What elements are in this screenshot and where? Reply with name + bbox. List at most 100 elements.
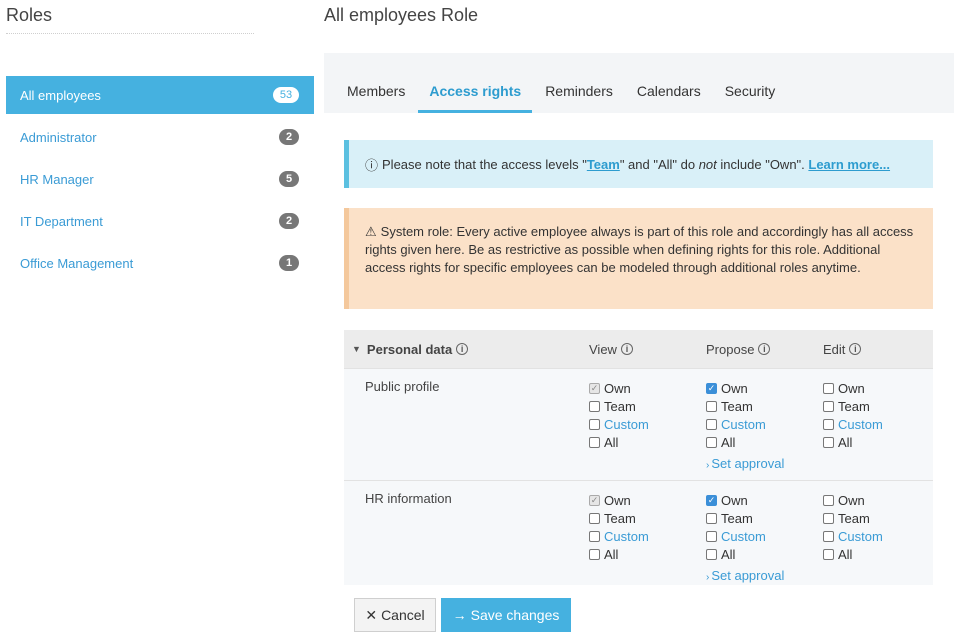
role-name: Office Management bbox=[20, 255, 134, 271]
role-name: Administrator bbox=[20, 129, 97, 145]
tab-calendars[interactable]: Calendars bbox=[626, 83, 712, 113]
section-header[interactable]: ▼ Personal data i View i Propose i Edit i bbox=[344, 330, 933, 368]
checkbox-checked-disabled[interactable]: ✓ bbox=[589, 494, 600, 506]
checkbox[interactable] bbox=[706, 530, 717, 542]
option-team[interactable]: Team bbox=[706, 509, 784, 527]
checkbox[interactable] bbox=[823, 382, 834, 394]
chevron-right-icon: › bbox=[706, 572, 710, 583]
count-badge: 2 bbox=[279, 129, 299, 145]
checkbox[interactable] bbox=[823, 418, 834, 430]
tab-security[interactable]: Security bbox=[714, 83, 787, 113]
option-custom[interactable]: Custom bbox=[706, 527, 784, 545]
option-own[interactable]: ✓ Own bbox=[589, 379, 649, 397]
warning-text: System role: Every active employee alway… bbox=[365, 224, 914, 275]
system-role-warning: ⚠ System role: Every active employee alwa… bbox=[344, 208, 933, 309]
option-all[interactable]: All bbox=[823, 433, 883, 451]
checkbox-checked-disabled[interactable]: ✓ bbox=[589, 382, 600, 394]
checkbox[interactable] bbox=[823, 512, 834, 524]
checkbox[interactable] bbox=[823, 494, 834, 506]
edit-options: Own Team Custom All bbox=[823, 379, 883, 451]
checkbox-checked[interactable]: ✓ bbox=[706, 382, 717, 394]
checkbox[interactable] bbox=[589, 512, 600, 524]
learn-more-link[interactable]: Learn more... bbox=[808, 157, 890, 172]
save-changes-button[interactable]: → Save changes bbox=[441, 598, 571, 632]
option-custom[interactable]: Custom bbox=[823, 415, 883, 433]
checkbox[interactable] bbox=[589, 418, 600, 430]
option-team[interactable]: Team bbox=[706, 397, 784, 415]
tab-bar: Members Access rights Reminders Calendar… bbox=[324, 53, 954, 113]
option-custom[interactable]: Custom bbox=[589, 527, 649, 545]
role-item-hr-manager[interactable]: HR Manager 5 bbox=[6, 160, 314, 198]
warning-triangle-icon: ⚠ bbox=[365, 224, 377, 239]
set-approval-link[interactable]: › Set approval bbox=[706, 568, 784, 583]
option-custom[interactable]: Custom bbox=[589, 415, 649, 433]
cancel-button[interactable]: ✕ Cancel bbox=[354, 598, 436, 632]
access-rights-table: ▼ Personal data i View i Propose i Edit i P… bbox=[344, 330, 933, 585]
tab-members[interactable]: Members bbox=[336, 83, 416, 113]
checkbox[interactable] bbox=[823, 436, 834, 448]
option-custom[interactable]: Custom bbox=[706, 415, 784, 433]
role-item-all-employees[interactable]: All employees 53 bbox=[6, 76, 314, 114]
divider bbox=[6, 33, 254, 34]
role-item-administrator[interactable]: Administrator 2 bbox=[6, 118, 314, 156]
checkbox[interactable] bbox=[823, 400, 834, 412]
team-link[interactable]: Team bbox=[587, 157, 620, 172]
option-team[interactable]: Team bbox=[589, 509, 649, 527]
chevron-right-icon: › bbox=[706, 460, 710, 471]
section-title: ▼ Personal data i bbox=[352, 342, 469, 357]
info-icon[interactable]: i bbox=[456, 343, 469, 355]
option-all[interactable]: All bbox=[706, 545, 784, 563]
option-own[interactable]: ✓ Own bbox=[589, 491, 649, 509]
set-approval-link[interactable]: › Set approval bbox=[706, 456, 784, 471]
option-custom[interactable]: Custom bbox=[823, 527, 883, 545]
close-icon: ✕ bbox=[365, 606, 378, 623]
info-text: Please note that the access levels "Team… bbox=[382, 156, 891, 172]
propose-options: ✓ Own Team Custom All › Set approval bbox=[706, 379, 784, 471]
checkbox[interactable] bbox=[823, 548, 834, 560]
count-badge: 53 bbox=[273, 87, 299, 103]
arrow-right-icon: → bbox=[452, 607, 467, 623]
checkbox-checked[interactable]: ✓ bbox=[706, 494, 717, 506]
info-icon[interactable]: i bbox=[620, 343, 633, 355]
option-team[interactable]: Team bbox=[823, 509, 883, 527]
checkbox[interactable] bbox=[706, 512, 717, 524]
cancel-label: Cancel bbox=[381, 607, 425, 623]
checkbox[interactable] bbox=[589, 530, 600, 542]
checkbox[interactable] bbox=[823, 530, 834, 542]
view-options: ✓ Own Team Custom All bbox=[589, 379, 649, 451]
row-label: HR information bbox=[365, 491, 452, 506]
role-name: HR Manager bbox=[20, 171, 94, 187]
option-team[interactable]: Team bbox=[823, 397, 883, 415]
option-own[interactable]: Own bbox=[823, 379, 883, 397]
option-own[interactable]: ✓ Own bbox=[706, 491, 784, 509]
count-badge: 2 bbox=[279, 213, 299, 229]
checkbox[interactable] bbox=[706, 418, 717, 430]
role-item-office-management[interactable]: Office Management 1 bbox=[6, 244, 314, 282]
column-header-edit: Edit i bbox=[823, 342, 862, 357]
option-all[interactable]: All bbox=[589, 433, 649, 451]
checkbox[interactable] bbox=[589, 400, 600, 412]
propose-options: ✓ Own Team Custom All › Set approval bbox=[706, 491, 784, 583]
checkbox[interactable] bbox=[706, 548, 717, 560]
option-team[interactable]: Team bbox=[589, 397, 649, 415]
option-all[interactable]: All bbox=[823, 545, 883, 563]
info-icon[interactable]: i bbox=[758, 343, 771, 355]
tab-access-rights[interactable]: Access rights bbox=[418, 83, 533, 113]
checkbox[interactable] bbox=[706, 400, 717, 412]
option-all[interactable]: All bbox=[706, 433, 784, 451]
option-own[interactable]: ✓ Own bbox=[706, 379, 784, 397]
row-label: Public profile bbox=[365, 379, 440, 394]
role-item-it-department[interactable]: IT Department 2 bbox=[6, 202, 314, 240]
info-icon[interactable]: i bbox=[849, 343, 862, 355]
column-header-view: View i bbox=[589, 342, 633, 357]
role-name: IT Department bbox=[20, 213, 103, 229]
checkbox[interactable] bbox=[706, 436, 717, 448]
tab-reminders[interactable]: Reminders bbox=[534, 83, 624, 113]
view-options: ✓ Own Team Custom All bbox=[589, 491, 649, 563]
option-all[interactable]: All bbox=[589, 545, 649, 563]
checkbox[interactable] bbox=[589, 548, 600, 560]
info-notice: ⓘ Please note that the access levels "Te… bbox=[344, 140, 933, 188]
option-own[interactable]: Own bbox=[823, 491, 883, 509]
edit-options: Own Team Custom All bbox=[823, 491, 883, 563]
checkbox[interactable] bbox=[589, 436, 600, 448]
